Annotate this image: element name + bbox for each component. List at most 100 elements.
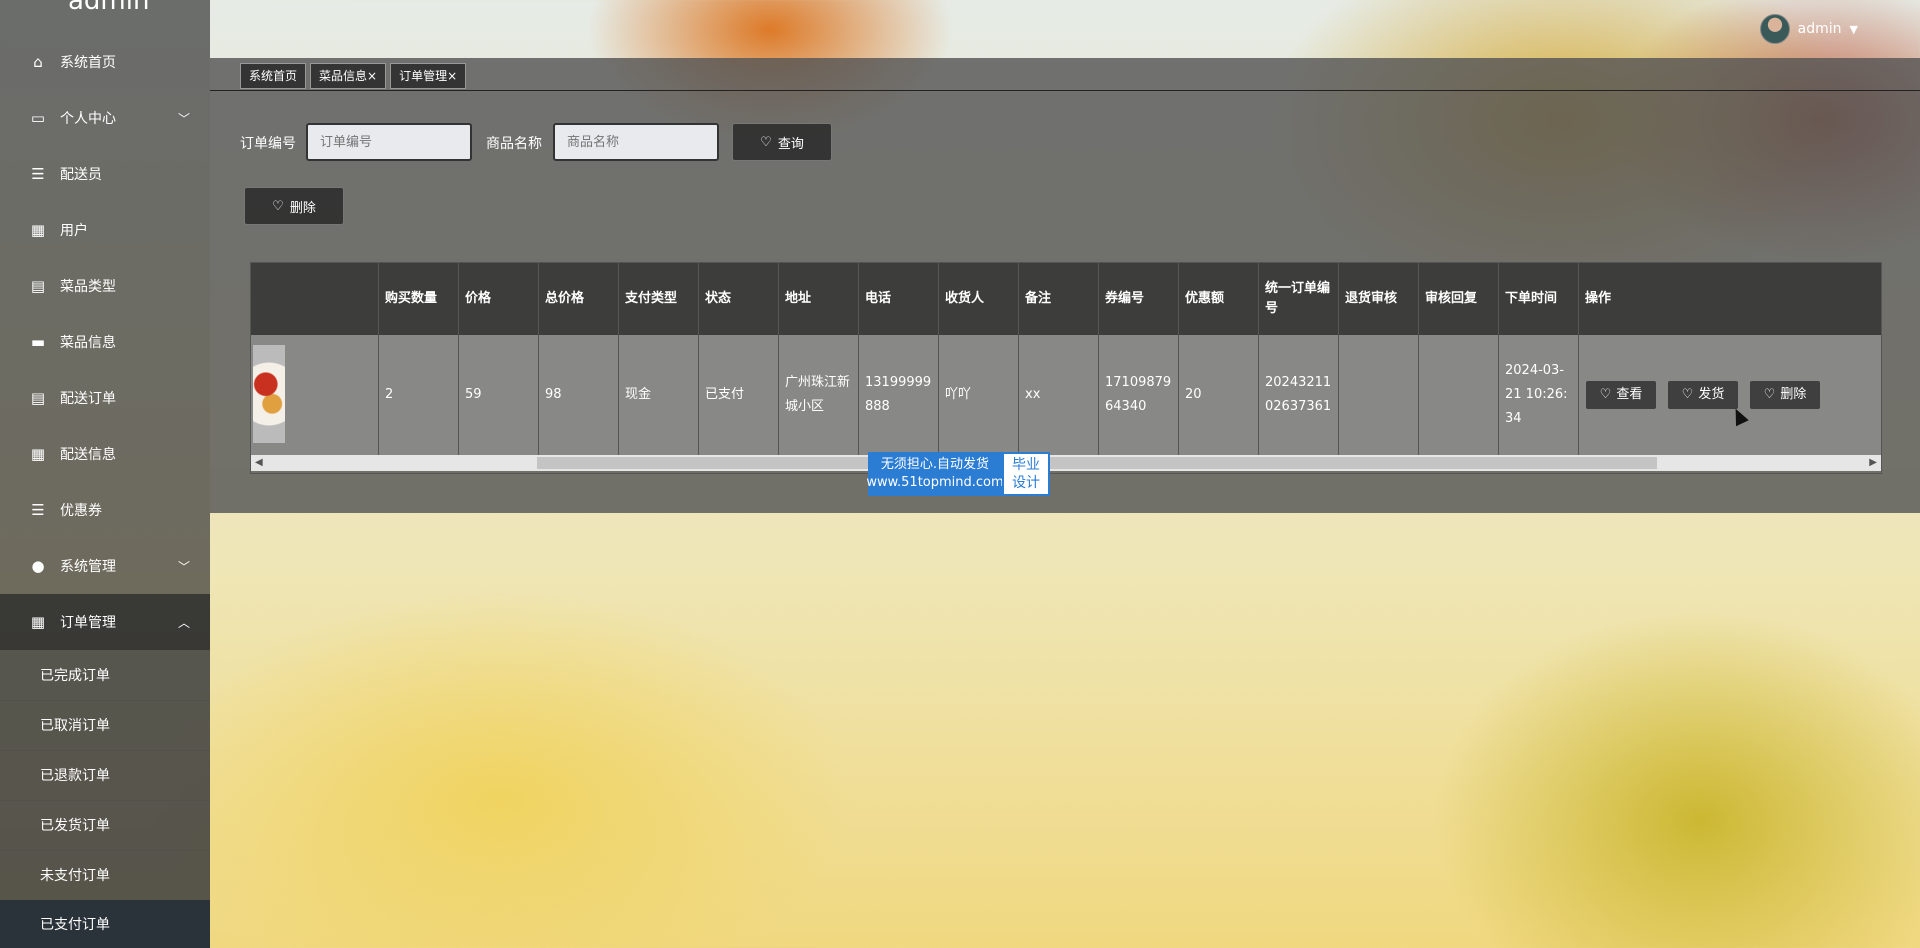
grid-icon: ▦ — [30, 445, 46, 463]
col-header: 券编号 — [1099, 263, 1179, 335]
sidebar-subitem-paid-orders[interactable]: 已支付订单 — [0, 900, 210, 948]
user-name: admin — [1797, 21, 1842, 37]
sidebar-subitem-completed-orders[interactable]: 已完成订单 — [0, 650, 210, 701]
cell-return-review — [1339, 335, 1419, 455]
col-header: 电话 — [859, 263, 939, 335]
tab-order-management[interactable]: 订单管理× — [390, 63, 467, 89]
watermark-side2: 设计 — [1012, 475, 1040, 491]
sidebar-item-label: 用户 — [60, 223, 88, 239]
watermark-line2: www.51topmind.com — [866, 475, 1004, 490]
sidebar-subitem-label: 已取消订单 — [40, 718, 110, 734]
sidebar-subitem-label: 已退款订单 — [40, 768, 110, 784]
col-header: 总价格 — [539, 263, 619, 335]
cell-quantity: 2 — [379, 335, 459, 455]
sidebar-item-users[interactable]: ▦ 用户 — [0, 202, 210, 258]
sidebar-subitem-shipped-orders[interactable]: 已发货订单 — [0, 800, 210, 851]
dish-name-label: 商品名称 — [486, 136, 542, 152]
col-header: 备注 — [1019, 263, 1099, 335]
brand-title: admin — [68, 0, 150, 16]
sidebar-item-home[interactable]: ⌂ 系统首页 — [0, 34, 210, 90]
tab-dish-info[interactable]: 菜品信息× — [310, 63, 387, 89]
row-delete-button-label: 删除 — [1780, 387, 1807, 402]
cell-phone: 13199999888 — [859, 335, 939, 455]
col-header: 支付类型 — [619, 263, 699, 335]
tab-home[interactable]: 系统首页 — [240, 63, 307, 89]
grid-icon: ▦ — [30, 613, 46, 631]
dish-name-input[interactable] — [553, 123, 719, 161]
cell-image — [251, 335, 379, 455]
order-no-label: 订单编号 — [240, 136, 296, 152]
ship-button[interactable]: ♡ 发货 — [1667, 380, 1739, 410]
sidebar-item-personal-center[interactable]: ▭ 个人中心 ﹀ — [0, 90, 210, 146]
sidebar-subitem-unpaid-orders[interactable]: 未支付订单 — [0, 850, 210, 901]
ship-button-label: 发货 — [1698, 387, 1725, 402]
sidebar-item-label: 配送员 — [60, 167, 102, 183]
cell-receiver: 吖吖 — [939, 335, 1019, 455]
sidebar-subitem-refunded-orders[interactable]: 已退款订单 — [0, 750, 210, 801]
col-header: 购买数量 — [379, 263, 459, 335]
sidebar-item-label: 系统管理 — [60, 559, 116, 575]
cell-review-reply — [1419, 335, 1499, 455]
col-header: 状态 — [699, 263, 779, 335]
scrollbar-thumb[interactable] — [537, 457, 1657, 469]
query-button[interactable]: ♡ 查询 — [732, 123, 832, 161]
sidebar: admin ⌂ 系统首页 ▭ 个人中心 ﹀ ☰ 配送员 ▦ 用户 ▤ 菜品类型 … — [0, 0, 210, 948]
heart-icon: ♡ — [760, 134, 772, 150]
cell-price: 59 — [459, 335, 539, 455]
sidebar-item-system-management[interactable]: ● 系统管理 ﹀ — [0, 538, 210, 594]
sidebar-item-label: 菜品类型 — [60, 279, 116, 295]
sidebar-item-label: 订单管理 — [60, 615, 116, 631]
sidebar-subitem-label: 已支付订单 — [40, 917, 110, 933]
user-menu[interactable]: admin ▼ — [1759, 14, 1858, 44]
sidebar-item-courier[interactable]: ☰ 配送员 — [0, 146, 210, 202]
sidebar-item-label: 个人中心 — [60, 111, 116, 127]
cell-unified-order-no: 2024321102637361 — [1259, 335, 1339, 455]
sidebar-item-coupons[interactable]: ☰ 优惠券 — [0, 482, 210, 538]
table-row: 2 59 98 现金 已支付 广州珠江新城小区 13199999888 吖吖 x… — [251, 335, 1881, 455]
heart-icon: ♡ — [1681, 387, 1694, 402]
sidebar-subitem-label: 未支付订单 — [40, 868, 110, 884]
order-no-input[interactable] — [306, 123, 472, 161]
col-header: 统一订单编号 — [1259, 263, 1339, 335]
list-icon: ☰ — [31, 165, 45, 183]
cell-actions: ♡ 查看 ♡ 发货 ♡ 删除 — [1579, 335, 1881, 455]
row-delete-button[interactable]: ♡ 删除 — [1749, 380, 1821, 410]
sidebar-item-order-management[interactable]: ▦ 订单管理 ︿ — [0, 594, 210, 650]
col-header: 退货审核 — [1339, 263, 1419, 335]
sidebar-item-dish-info[interactable]: ▬ 菜品信息 — [0, 314, 210, 370]
batch-delete-button[interactable]: ♡ 删除 — [244, 187, 344, 225]
sidebar-item-label: 配送信息 — [60, 447, 116, 463]
cell-total: 98 — [539, 335, 619, 455]
grid-icon: ▦ — [30, 221, 46, 239]
sidebar-item-label: 配送订单 — [60, 391, 116, 407]
tab-bar: 系统首页 菜品信息× 订单管理× — [240, 63, 467, 89]
list-icon: ☰ — [31, 501, 45, 519]
heart-icon: ♡ — [272, 198, 284, 214]
caret-down-icon: ▼ — [1849, 22, 1858, 36]
query-button-label: 查询 — [777, 136, 804, 152]
horizontal-scrollbar[interactable]: ◀ ▶ — [251, 455, 1881, 471]
sidebar-subitem-cancelled-orders[interactable]: 已取消订单 — [0, 700, 210, 751]
col-header: 审核回复 — [1419, 263, 1499, 335]
cell-pay-type: 现金 — [619, 335, 699, 455]
chevron-up-icon: ︿ — [177, 615, 190, 630]
dish-thumbnail — [253, 345, 285, 443]
col-header: 优惠额 — [1179, 263, 1259, 335]
cell-coupon-no: 1710987964340 — [1099, 335, 1179, 455]
cell-remark: xx — [1019, 335, 1099, 455]
watermark-badge: 无须担心.自动发货 www.51topmind.com 毕业 设计 — [866, 452, 1050, 496]
col-header: 价格 — [459, 263, 539, 335]
cell-status: 已支付 — [699, 335, 779, 455]
sidebar-item-delivery-orders[interactable]: ▤ 配送订单 — [0, 370, 210, 426]
col-header: 地址 — [779, 263, 859, 335]
sidebar-item-label: 系统首页 — [60, 55, 116, 71]
scroll-left-arrow-icon[interactable]: ◀ — [255, 455, 263, 471]
sidebar-item-delivery-info[interactable]: ▦ 配送信息 — [0, 426, 210, 482]
person-icon: ● — [31, 557, 45, 575]
scroll-right-arrow-icon[interactable]: ▶ — [1869, 455, 1877, 471]
heart-icon: ♡ — [1763, 387, 1776, 402]
sidebar-item-dish-type[interactable]: ▤ 菜品类型 — [0, 258, 210, 314]
view-button[interactable]: ♡ 查看 — [1585, 380, 1657, 410]
watermark-line1: 无须担心.自动发货 — [880, 457, 990, 472]
home-icon: ⌂ — [33, 53, 43, 71]
